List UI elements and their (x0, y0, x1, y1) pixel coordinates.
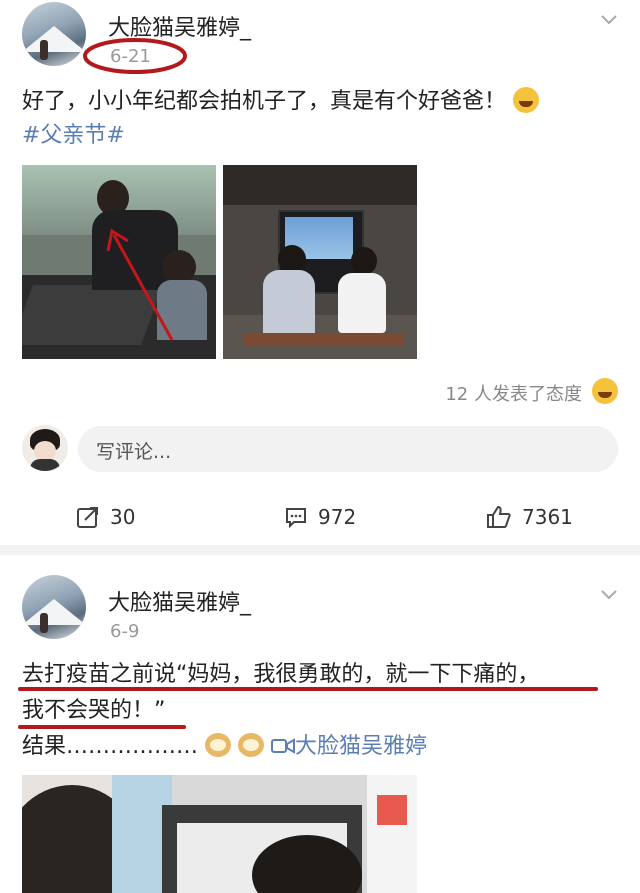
post-image-3[interactable] (22, 775, 417, 893)
comment-icon (286, 508, 306, 529)
post-image-1[interactable] (22, 165, 216, 359)
post-text-line-2: 我不会哭的！” (22, 698, 166, 723)
post-date: 6-9 (110, 621, 140, 642)
doge-emoji-icon (238, 733, 265, 757)
like-button[interactable]: 7361 (486, 505, 573, 529)
comment-count: 972 (318, 505, 357, 529)
avatar[interactable] (22, 575, 86, 639)
avatar[interactable] (22, 2, 86, 66)
like-icon (487, 505, 511, 528)
comment-button[interactable]: 972 (284, 505, 356, 529)
date-highlight-circle (83, 38, 187, 74)
username[interactable]: 大脸猫吴雅婷_ (108, 585, 251, 617)
post-image-2[interactable] (223, 165, 417, 359)
mention-link[interactable]: 大脸猫吴雅婷 (295, 734, 427, 759)
video-camera-icon (271, 738, 296, 754)
underline-annotation-2 (18, 725, 186, 729)
share-icon (77, 507, 98, 528)
annotation-arrow (106, 228, 174, 341)
post-divider (0, 545, 640, 555)
chevron-down-icon[interactable] (600, 585, 618, 603)
repost-count: 30 (110, 505, 136, 529)
commenter-avatar (22, 425, 68, 471)
post-1: 大脸猫吴雅婷_ 6-21 好了，小小年纪都会拍机子了，真是有个好爸爸！ #父亲节… (0, 0, 640, 545)
post-text-line-3-prefix: 结果……………… (22, 734, 199, 759)
repost-button[interactable]: 30 (76, 505, 135, 529)
post-text-body: 好了，小小年纪都会拍机子了，真是有个好爸爸！ (22, 89, 507, 114)
comment-input[interactable]: 写评论... (78, 426, 618, 472)
post-2: 大脸猫吴雅婷_ 6-9 去打疫苗之前说“妈妈，我很勇敢的，就一下下痛的， 我不会… (0, 555, 640, 893)
tears-of-joy-emoji-icon (513, 87, 540, 113)
comment-placeholder: 写评论... (96, 441, 172, 463)
post-text-line-3: 结果……………… 大脸猫吴雅婷 (22, 731, 427, 763)
reactions-summary[interactable]: 12 人发表了态度 (445, 380, 582, 406)
like-count: 7361 (522, 505, 573, 529)
laughing-emoji-icon[interactable] (592, 378, 618, 404)
post-text: 好了，小小年纪都会拍机子了，真是有个好爸爸！ (22, 86, 540, 118)
doge-emoji-icon (205, 733, 232, 757)
underline-annotation-1 (18, 687, 598, 691)
chevron-down-icon[interactable] (600, 10, 618, 28)
hashtag-link[interactable]: #父亲节# (22, 120, 125, 152)
